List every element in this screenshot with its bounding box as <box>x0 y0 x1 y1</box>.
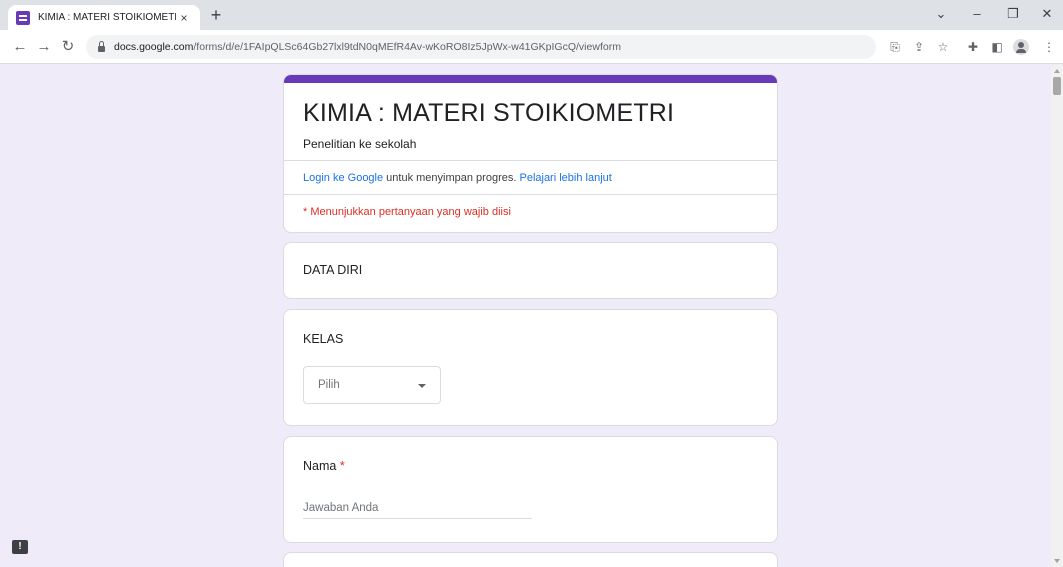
close-window-icon[interactable]: ✕ <box>1034 4 1060 24</box>
tab-close-icon[interactable]: × <box>176 11 192 25</box>
side-panel-icon[interactable]: ◧ <box>988 38 1006 56</box>
url-text: docs.google.com/forms/d/e/1FAIpQLSc64Gb2… <box>114 41 621 53</box>
extensions-icon[interactable]: ✚ <box>964 38 982 56</box>
header-accent-bar <box>284 75 777 83</box>
tab-strip: KIMIA : MATERI STOIKIOMETRI × + ⌄ – ❐ ✕ <box>0 0 1063 30</box>
form-description: Penelitian ke sekolah <box>303 137 417 151</box>
browser-toolbar: ← → ↻ docs.google.com/forms/d/e/1FAIpQLS… <box>0 30 1063 64</box>
tab-search-icon[interactable]: ⌄ <box>928 4 954 24</box>
tab-title: KIMIA : MATERI STOIKIOMETRI <box>38 12 176 23</box>
forward-arrow-icon[interactable]: → <box>34 37 54 57</box>
address-bar[interactable]: docs.google.com/forms/d/e/1FAIpQLSc64Gb2… <box>86 35 876 59</box>
required-note: * Menunjukkan pertanyaan yang wajib diis… <box>303 206 511 218</box>
share-icon[interactable]: ⇪ <box>910 38 928 56</box>
profile-icon[interactable] <box>1012 38 1030 56</box>
menu-icon[interactable]: ⋮ <box>1040 38 1058 56</box>
reload-icon[interactable]: ↻ <box>58 37 78 57</box>
translate-icon[interactable]: ⎘ <box>886 38 904 56</box>
login-notice: Login ke Google untuk menyimpan progres.… <box>303 172 612 184</box>
lock-icon[interactable] <box>98 41 105 52</box>
star-icon[interactable]: ☆ <box>934 38 952 56</box>
caret-down-icon <box>418 384 426 388</box>
scroll-down-icon[interactable] <box>1054 559 1060 563</box>
learn-more-link[interactable]: Pelajari lebih lanjut <box>519 172 611 184</box>
question-card-nama: Nama * <box>283 436 778 543</box>
back-arrow-icon[interactable]: ← <box>10 37 30 57</box>
page-scrollbar[interactable] <box>1051 65 1063 567</box>
form-title: KIMIA : MATERI STOIKIOMETRI <box>303 99 675 127</box>
dropdown-selected-value: Pilih <box>318 379 340 391</box>
form-header-card: KIMIA : MATERI STOIKIOMETRI Penelitian k… <box>283 74 778 233</box>
form-page: KIMIA : MATERI STOIKIOMETRI Penelitian k… <box>0 65 1063 567</box>
new-tab-button[interactable]: + <box>206 5 226 25</box>
browser-tab[interactable]: KIMIA : MATERI STOIKIOMETRI × <box>8 5 200 30</box>
google-forms-favicon-icon <box>16 10 30 25</box>
feedback-icon[interactable]: ! <box>12 540 28 554</box>
question-card-next <box>283 552 778 567</box>
login-link[interactable]: Login ke Google <box>303 172 383 184</box>
required-asterisk: * <box>339 459 345 473</box>
scroll-up-icon[interactable] <box>1054 69 1060 73</box>
kelas-dropdown[interactable]: Pilih <box>303 366 441 404</box>
scroll-thumb[interactable] <box>1053 77 1061 95</box>
nama-input[interactable] <box>303 497 532 519</box>
question-title: Nama * <box>303 459 345 473</box>
section-title: DATA DIRI <box>303 263 363 277</box>
question-title: KELAS <box>303 332 344 346</box>
avatar <box>1013 39 1029 55</box>
minimize-icon[interactable]: – <box>964 4 990 24</box>
question-card-kelas: KELAS Pilih <box>283 309 778 426</box>
header-divider-2 <box>284 194 777 195</box>
restore-icon[interactable]: ❐ <box>1000 4 1026 24</box>
section-card: DATA DIRI <box>283 242 778 299</box>
header-divider <box>284 160 777 161</box>
